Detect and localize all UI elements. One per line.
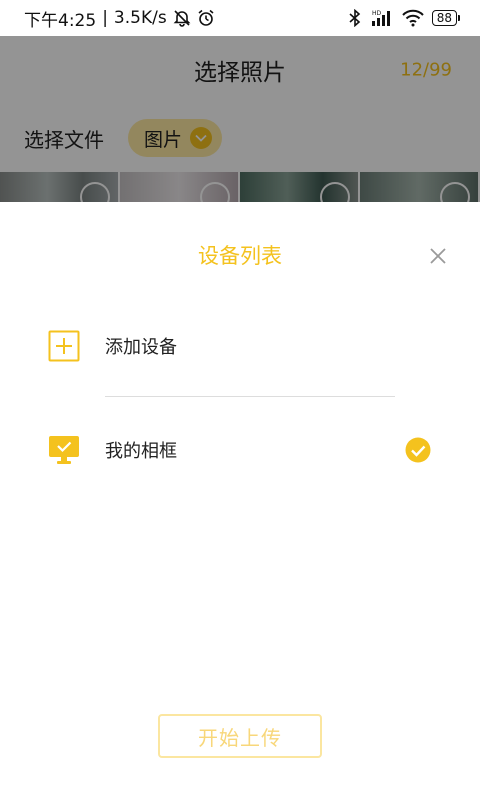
photo-grid — [0, 172, 480, 202]
page-title: 选择照片 — [194, 60, 286, 86]
photo-thumbnail[interactable] — [120, 172, 240, 202]
device-list-sheet: 设备列表 添加设备 我的相框 开始上传 — [0, 202, 480, 800]
alarm-off-icon — [173, 10, 191, 27]
select-circle-icon — [440, 182, 470, 202]
select-circle-icon — [80, 182, 110, 202]
battery-level: 88 — [431, 10, 457, 26]
alarm-clock-icon — [198, 9, 214, 26]
device-name: 我的相框 — [105, 441, 177, 462]
photo-frame-icon — [49, 436, 79, 464]
svg-text:HD: HD — [372, 10, 382, 17]
select-circle-icon — [200, 182, 230, 202]
signal-hd-icon: HD — [371, 10, 390, 26]
network-speed: 3.5K/s — [113, 8, 167, 28]
add-device-item[interactable]: 添加设备 — [0, 318, 480, 374]
status-separator: | — [102, 8, 108, 28]
checkmark-circle-icon — [405, 437, 431, 463]
divider — [105, 396, 395, 397]
selection-counter: 12/99 — [400, 59, 452, 81]
photo-thumbnail[interactable] — [240, 172, 360, 202]
status-bar: 下午4:25 | 3.5K/s HD 88 — [0, 0, 480, 36]
file-type-dropdown[interactable]: 图片 — [128, 119, 223, 157]
battery-icon: 88 — [431, 10, 460, 26]
wifi-icon — [402, 9, 424, 27]
bluetooth-icon — [349, 9, 360, 27]
screen: 下午4:25 | 3.5K/s HD 88 选择照片 12/99 选择文件 图片… — [0, 0, 480, 800]
battery-tip — [458, 15, 460, 21]
chevron-down-icon — [190, 127, 213, 149]
device-item-my-frame[interactable]: 我的相框 — [0, 422, 480, 478]
page-header: 选择照片 12/99 — [0, 36, 480, 104]
photo-thumbnail[interactable] — [360, 172, 480, 202]
close-icon[interactable] — [426, 244, 450, 268]
file-type-value: 图片 — [144, 128, 183, 151]
start-upload-button[interactable]: 开始上传 — [158, 714, 322, 758]
add-square-icon — [48, 330, 80, 362]
status-time: 下午4:25 — [24, 10, 97, 31]
file-filter-row: 选择文件 图片 — [0, 104, 480, 172]
sheet-title: 设备列表 — [198, 244, 282, 268]
background-page: 选择照片 12/99 选择文件 图片 — [0, 36, 480, 202]
status-left: 下午4:25 | 3.5K/s — [24, 6, 215, 31]
add-device-label: 添加设备 — [105, 337, 177, 358]
filter-label: 选择文件 — [24, 127, 104, 152]
select-circle-icon — [320, 182, 350, 202]
status-right: HD 88 — [348, 9, 460, 27]
photo-thumbnail[interactable] — [0, 172, 120, 202]
